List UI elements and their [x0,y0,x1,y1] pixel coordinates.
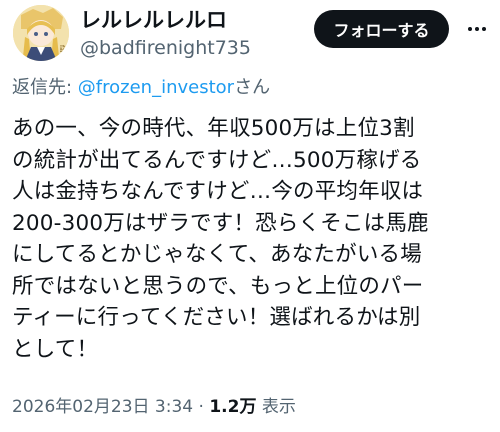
tweet-text-line: 所ではないと思うので、もっと上位のパー [12,273,424,299]
more-button[interactable] [462,14,492,44]
tweet-text-line: の統計が出てるんですけど…500万稼げる [12,147,422,173]
tweet-text: あの一、今の時代、年収500万は上位3割 の統計が出てるんですけど…500万稼げ… [12,113,492,365]
reply-prefix: 返信先: [12,77,78,98]
avatar[interactable]: fanfiction [13,5,69,61]
display-name[interactable]: レルレルレルロ [80,7,251,33]
user-handle[interactable]: @badfirenight735 [80,35,251,61]
views-count: 1.2万 [209,397,257,417]
reply-context: 返信先: @frozen_investorさん [12,75,270,101]
reply-mention-link[interactable]: @frozen_investor [78,77,234,98]
tweet-meta: 2026年02月23日 3:34 · 1.2万 表示 [12,394,296,420]
tweet-text-line: 200-300万はザラです！恐らくそこは馬鹿 [12,210,429,236]
avatar-image-icon: fanfiction [13,5,69,61]
reply-suffix: さん [234,77,271,98]
timestamp-link[interactable]: 2026年02月23日 3:34 [12,397,193,417]
author-block: レルレルレルロ @badfirenight735 [80,7,251,61]
tweet-text-line: にしてるとかじゃなくて、あなたがいる場 [12,242,422,267]
avatar-text: fanfiction [58,45,65,61]
tweet-text-line: ティーに行ってください！選ばれるかは別 [12,305,421,330]
follow-button[interactable]: フォローする [314,10,449,48]
tweet-text-line: 人は金持ちなんですけど…今の平均年収は [12,179,424,204]
tweet-text-line: として！ [12,336,99,362]
views-label: 表示 [256,397,296,417]
tweet-text-line: あの一、今の時代、年収500万は上位3割 [12,116,415,141]
more-dots-icon [468,27,486,31]
tweet-card: fanfiction レルレルレルロ @badfirenight735 フォロー… [0,0,500,432]
meta-separator: · [193,397,210,417]
